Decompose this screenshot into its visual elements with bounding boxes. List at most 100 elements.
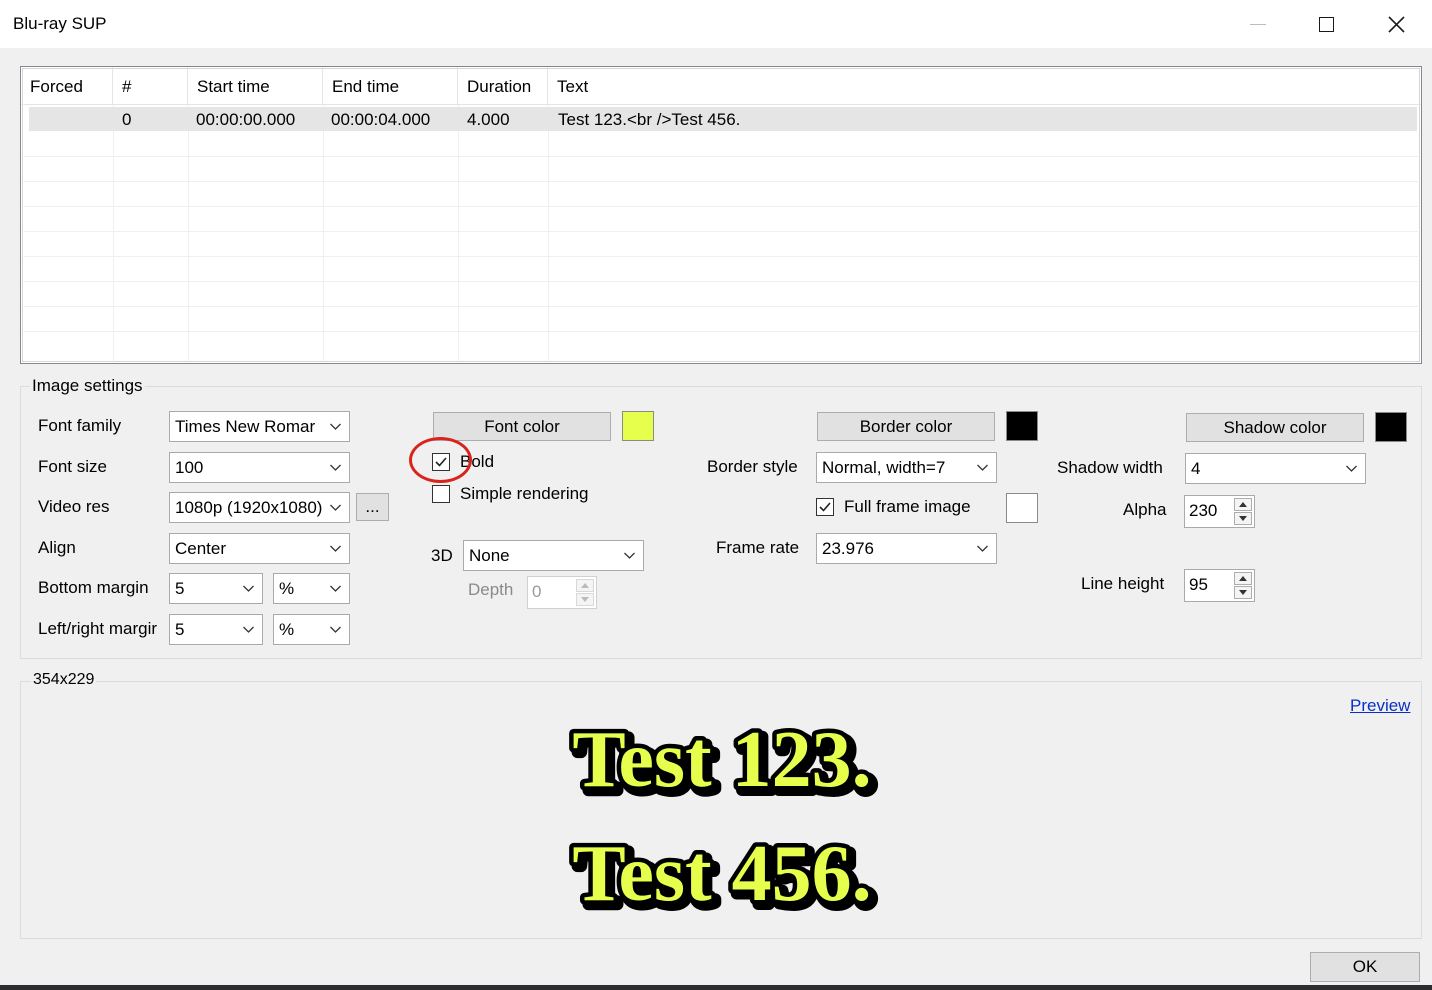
shadow-width-label: Shadow width: [1057, 458, 1163, 477]
video-res-select[interactable]: 1080p (1920x1080): [169, 492, 350, 523]
cell-text: Test 123.<br />Test 456.: [558, 110, 741, 129]
lr-margin-select[interactable]: 5: [169, 614, 263, 645]
grid-line: [113, 105, 114, 363]
stepper-down-icon[interactable]: [1234, 512, 1252, 525]
grid-line: [21, 306, 1421, 307]
stepper-up-icon[interactable]: [1234, 572, 1252, 585]
depth-label: Depth: [468, 580, 514, 599]
shadow-width-value: 4: [1191, 459, 1201, 478]
ok-button[interactable]: OK: [1310, 952, 1420, 982]
video-res-label: Video res: [38, 497, 110, 516]
line-height-label: Line height: [1081, 574, 1165, 593]
alpha-stepper[interactable]: 230: [1184, 495, 1255, 528]
simple-rendering-label: Simple rendering: [460, 484, 589, 503]
column-header-start-time[interactable]: Start time: [188, 67, 323, 105]
font-color-button[interactable]: Font color: [433, 412, 611, 441]
preview-text-line-1: Test 123.: [572, 716, 871, 804]
stepper-up-icon: [576, 579, 594, 592]
shadow-color-swatch[interactable]: [1375, 412, 1407, 442]
column-header-end-time[interactable]: End time: [323, 67, 458, 105]
depth-stepper: 0: [527, 576, 597, 609]
minimize-icon: [1250, 23, 1266, 25]
grid-line: [21, 156, 1421, 157]
shadow-color-button[interactable]: Shadow color: [1186, 413, 1364, 442]
preview-link[interactable]: Preview: [1350, 696, 1410, 716]
chevron-down-icon: [330, 421, 341, 432]
line-height-stepper[interactable]: 95: [1184, 569, 1255, 602]
grid-line: [21, 181, 1421, 182]
bottom-margin-select[interactable]: 5: [169, 573, 263, 604]
lr-margin-value: 5: [175, 620, 185, 639]
maximize-icon: [1318, 16, 1334, 32]
chevron-down-icon: [1346, 463, 1357, 474]
grid-line: [548, 105, 549, 363]
font-color-swatch[interactable]: [622, 411, 654, 441]
cell-number: 0: [122, 110, 132, 129]
window-title: Blu-ray SUP: [13, 14, 107, 33]
lr-margin-label: Left/right margir: [38, 619, 158, 638]
align-label: Align: [38, 538, 76, 557]
grid-line: [21, 231, 1421, 232]
preview-text-line-2: Test 456.: [572, 830, 871, 916]
frame-rate-label: Frame rate: [716, 538, 800, 557]
column-header-number[interactable]: #: [113, 67, 188, 105]
chevron-down-icon: [330, 583, 341, 594]
font-size-select[interactable]: 100: [169, 452, 350, 483]
stepper-down-icon[interactable]: [1234, 586, 1252, 599]
three-d-value: None: [469, 546, 510, 565]
full-frame-label: Full frame image: [844, 497, 971, 516]
shadow-width-select[interactable]: 4: [1185, 453, 1366, 484]
stepper-up-icon[interactable]: [1234, 498, 1252, 511]
line-height-value: 95: [1189, 575, 1208, 594]
chevron-down-icon: [330, 462, 341, 473]
chevron-down-icon: [243, 583, 254, 594]
stepper-down-icon: [576, 593, 594, 606]
chevron-down-icon: [243, 624, 254, 635]
bottom-margin-label: Bottom margin: [38, 578, 149, 597]
close-button[interactable]: [1361, 0, 1431, 48]
bottom-margin-value: 5: [175, 579, 185, 598]
border-color-button[interactable]: Border color: [817, 412, 995, 441]
simple-rendering-checkbox[interactable]: [432, 485, 450, 503]
chevron-down-icon: [330, 624, 341, 635]
align-value: Center: [175, 539, 227, 558]
video-res-more-button[interactable]: ...: [356, 493, 389, 521]
close-icon: [1387, 15, 1405, 33]
font-family-label: Font family: [38, 416, 122, 435]
three-d-select[interactable]: None: [463, 540, 644, 571]
title-bar: Blu-ray SUP: [0, 0, 1432, 48]
border-style-select[interactable]: Normal, width=7: [816, 452, 997, 483]
column-header-duration[interactable]: Duration: [458, 67, 548, 105]
column-header-text[interactable]: Text: [548, 67, 1421, 105]
font-family-value: Times New Romar: [175, 417, 316, 436]
cell-end-time: 00:00:04.000: [331, 110, 431, 129]
three-d-label: 3D: [431, 546, 453, 565]
depth-value: 0: [532, 582, 542, 601]
grid-line: [458, 105, 459, 363]
taskbar-strip: [0, 985, 1432, 990]
subtitle-grid[interactable]: Forced # Start time End time Duration Te…: [20, 66, 1422, 364]
table-row[interactable]: 0 00:00:00.000 00:00:04.000 4.000 Test 1…: [29, 107, 1417, 131]
lr-margin-unit-value: %: [279, 620, 295, 639]
cell-duration: 4.000: [467, 110, 510, 129]
full-frame-checkbox[interactable]: [816, 498, 834, 516]
frame-rate-value: 23.976: [822, 539, 874, 558]
grid-header: Forced # Start time End time Duration Te…: [21, 67, 1421, 105]
border-style-value: Normal, width=7: [822, 458, 946, 477]
frame-rate-select[interactable]: 23.976: [816, 533, 997, 564]
full-frame-color-swatch[interactable]: [1006, 493, 1038, 523]
maximize-button[interactable]: [1291, 0, 1361, 48]
bottom-margin-unit-select[interactable]: %: [273, 573, 350, 604]
grid-line: [323, 105, 324, 363]
minimize-button[interactable]: [1223, 0, 1293, 48]
border-color-swatch[interactable]: [1006, 411, 1038, 441]
cell-start-time: 00:00:00.000: [196, 110, 296, 129]
lr-margin-unit-select[interactable]: %: [273, 614, 350, 645]
border-style-label: Border style: [707, 457, 798, 476]
font-family-select[interactable]: Times New Romar: [169, 411, 350, 442]
column-header-forced[interactable]: Forced: [21, 67, 113, 105]
grid-line: [188, 105, 189, 363]
preview-size-label: 354x229: [31, 671, 97, 689]
chevron-down-icon: [330, 543, 341, 554]
align-select[interactable]: Center: [169, 533, 350, 564]
